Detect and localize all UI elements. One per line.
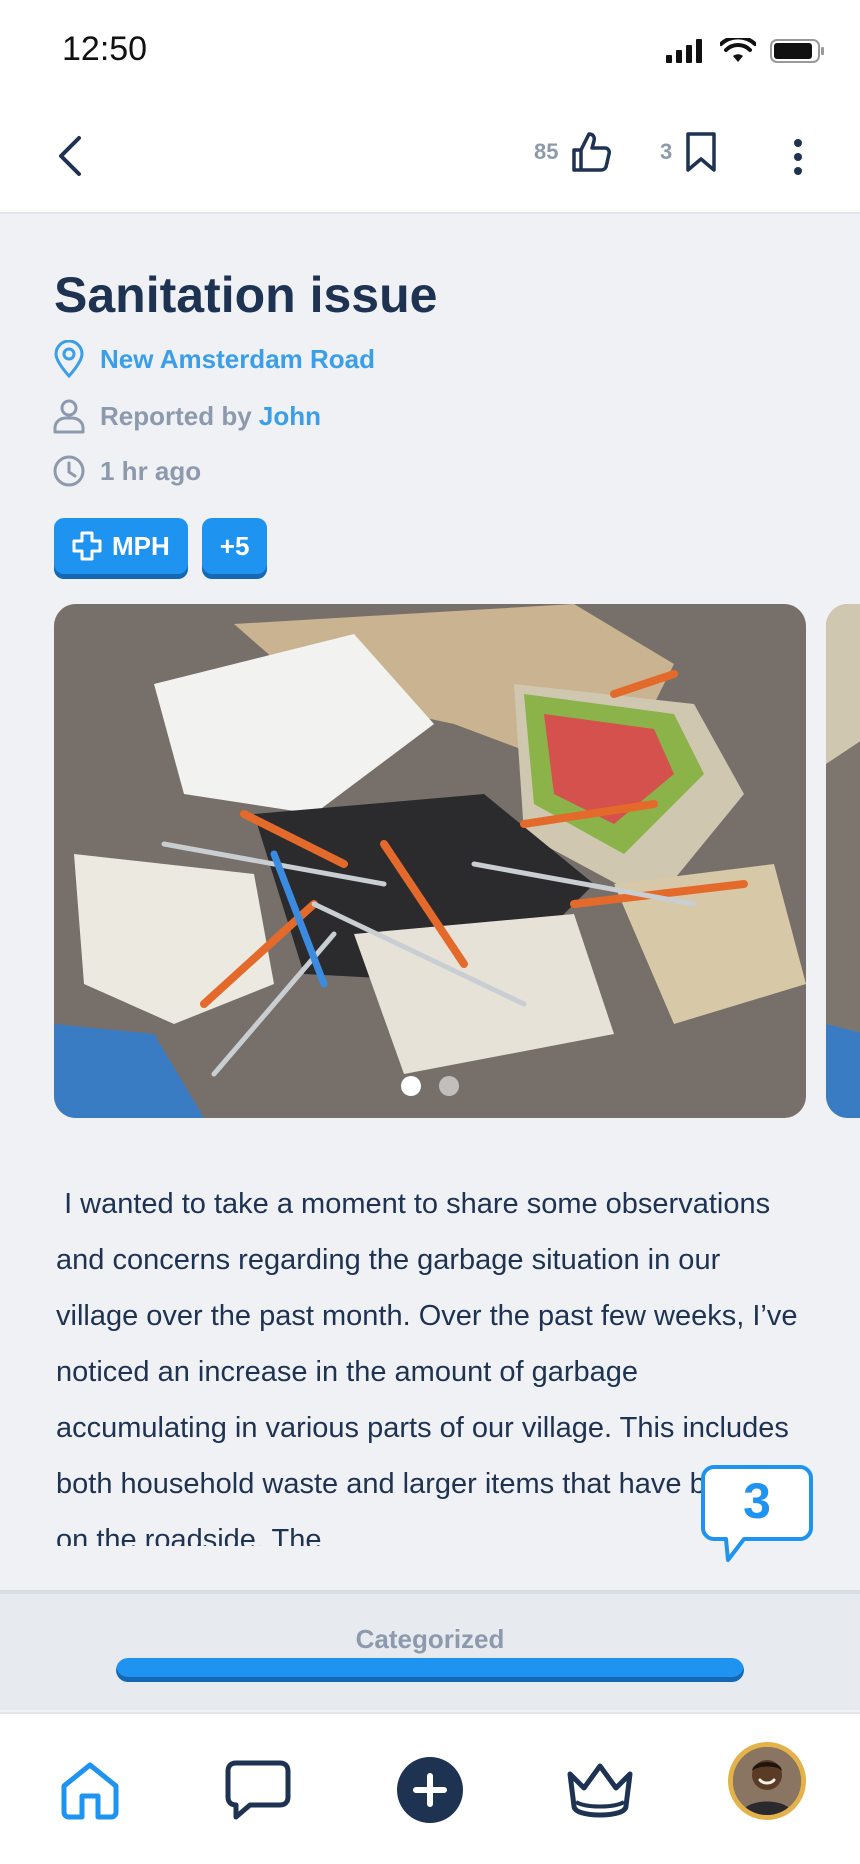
garbage-photo [54, 604, 806, 1118]
image-carousel[interactable] [54, 604, 806, 1118]
bottom-navigation [0, 1712, 860, 1864]
user-icon [53, 399, 85, 434]
more-vertical-icon [794, 139, 802, 175]
comments-count: 3 [743, 1473, 771, 1529]
nav-add[interactable] [390, 1750, 470, 1830]
tag-more-label: +5 [219, 530, 250, 561]
clock-icon [53, 455, 85, 487]
reported-by-label: Reported by [100, 400, 252, 431]
chat-icon [225, 1760, 291, 1820]
status-icons [666, 38, 826, 64]
likes-count: 85 [534, 139, 559, 164]
plus-cross-icon [72, 531, 102, 561]
home-icon [61, 1762, 119, 1820]
tag-more[interactable]: +5 [201, 518, 268, 574]
battery-icon [770, 39, 824, 63]
more-options-button[interactable] [782, 132, 814, 182]
nav-profile-avatar[interactable] [728, 1742, 806, 1820]
avatar [733, 1747, 801, 1815]
progress-fill [116, 1658, 744, 1682]
tag-mph[interactable]: MPH [54, 518, 188, 574]
issue-reporter: Reported by John [52, 398, 321, 434]
signal-icon [666, 39, 702, 63]
carousel-dot[interactable] [439, 1076, 459, 1096]
comments-button[interactable]: 3 [700, 1464, 814, 1564]
tag-mph-label: MPH [112, 530, 170, 561]
status-time: 12:50 [62, 30, 148, 68]
nav-leaderboard[interactable] [560, 1750, 640, 1830]
nav-messages[interactable] [218, 1750, 298, 1830]
time-ago: 1 hr ago [100, 455, 202, 486]
status-bar: 12:50 [0, 0, 860, 100]
issue-time: 1 hr ago [52, 454, 201, 488]
bookmarks-count: 3 [660, 139, 673, 164]
status-progress-panel: Categorized [0, 1590, 860, 1710]
carousel-dot-active[interactable] [401, 1076, 421, 1096]
next-photo-preview [826, 604, 860, 1118]
progress-label: Categorized [355, 1624, 505, 1654]
issue-title: Sanitation issue [54, 267, 438, 323]
bookmark-button[interactable]: 3 [660, 130, 718, 174]
issue-tags: MPH +5 [54, 518, 268, 574]
nav-home[interactable] [50, 1750, 130, 1830]
issue-location[interactable]: New Amsterdam Road [52, 340, 375, 378]
back-button[interactable] [46, 128, 94, 184]
add-icon [397, 1757, 463, 1823]
bookmark-icon [686, 132, 716, 172]
reporter-name[interactable]: John [259, 401, 321, 431]
issue-description: I wanted to take a moment to share some … [56, 1188, 801, 1546]
thumbs-up-icon [572, 132, 612, 172]
like-button[interactable]: 85 [534, 130, 612, 174]
wifi-icon [720, 38, 756, 62]
location-pin-icon [54, 340, 84, 378]
next-image-preview[interactable] [826, 604, 860, 1118]
location-text: New Amsterdam Road [100, 343, 375, 374]
crown-icon [567, 1763, 633, 1818]
progress-bar [116, 1658, 744, 1682]
top-bar: 85 3 [0, 100, 860, 214]
chevron-left-icon [59, 136, 81, 176]
carousel-dots [54, 1076, 806, 1096]
